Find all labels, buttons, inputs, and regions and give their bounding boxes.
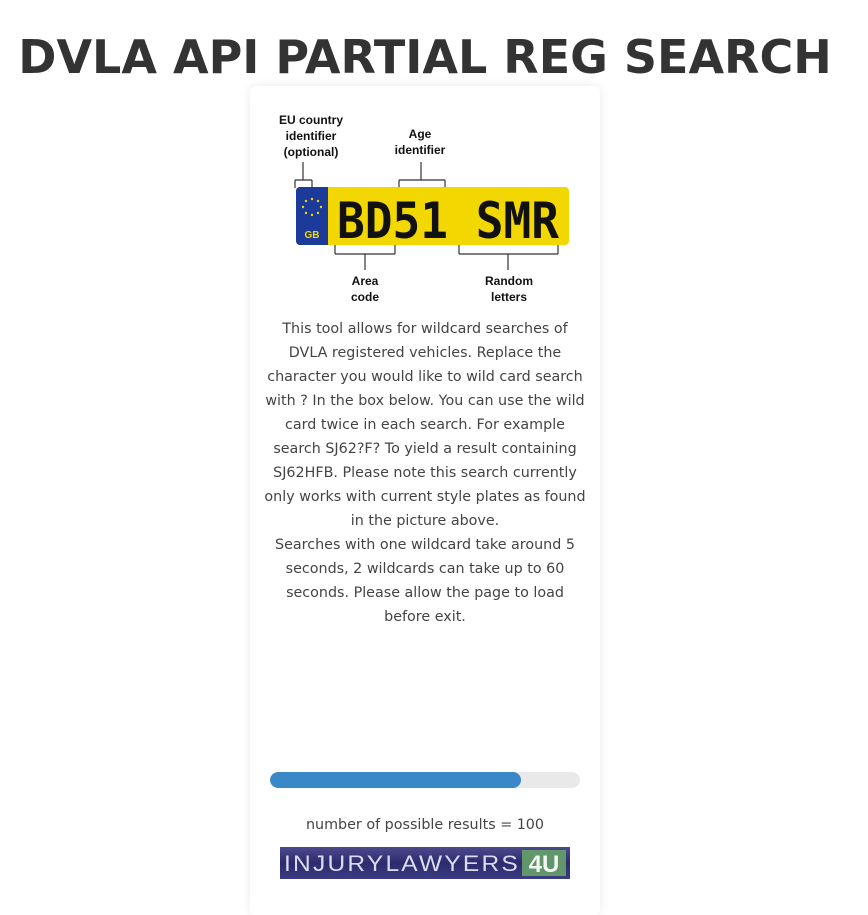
description: This tool allows for wildcard searches o… (264, 317, 586, 629)
ad-logo-4u: 4U (529, 851, 560, 878)
injury-lawyers-logo: INJURYLAWYERS 4U (280, 847, 570, 879)
results-count: number of possible results = 100 (306, 817, 544, 833)
plate-text: BD51 SMR (337, 192, 560, 250)
number-plate-diagram: EU country identifier (optional) Age ide… (278, 110, 578, 310)
description-paragraph: Searches with one wildcard take around 5… (275, 537, 575, 625)
injury-lawyers-ad-banner[interactable]: INJURYLAWYERS 4U (280, 847, 570, 879)
country-code: GB (305, 230, 320, 241)
page-title: DVLA API PARTIAL REG SEARCH (18, 30, 832, 84)
description-paragraph: This tool allows for wildcard searches o… (264, 321, 586, 529)
ad-text: INJURYLAWYERS (284, 851, 520, 876)
progress-bar (270, 772, 580, 788)
progress-bar-fill (270, 772, 522, 788)
plate-graphic: GB BD51 SMR (294, 162, 569, 270)
search-card: EU country identifier (optional) Age ide… (250, 86, 600, 915)
